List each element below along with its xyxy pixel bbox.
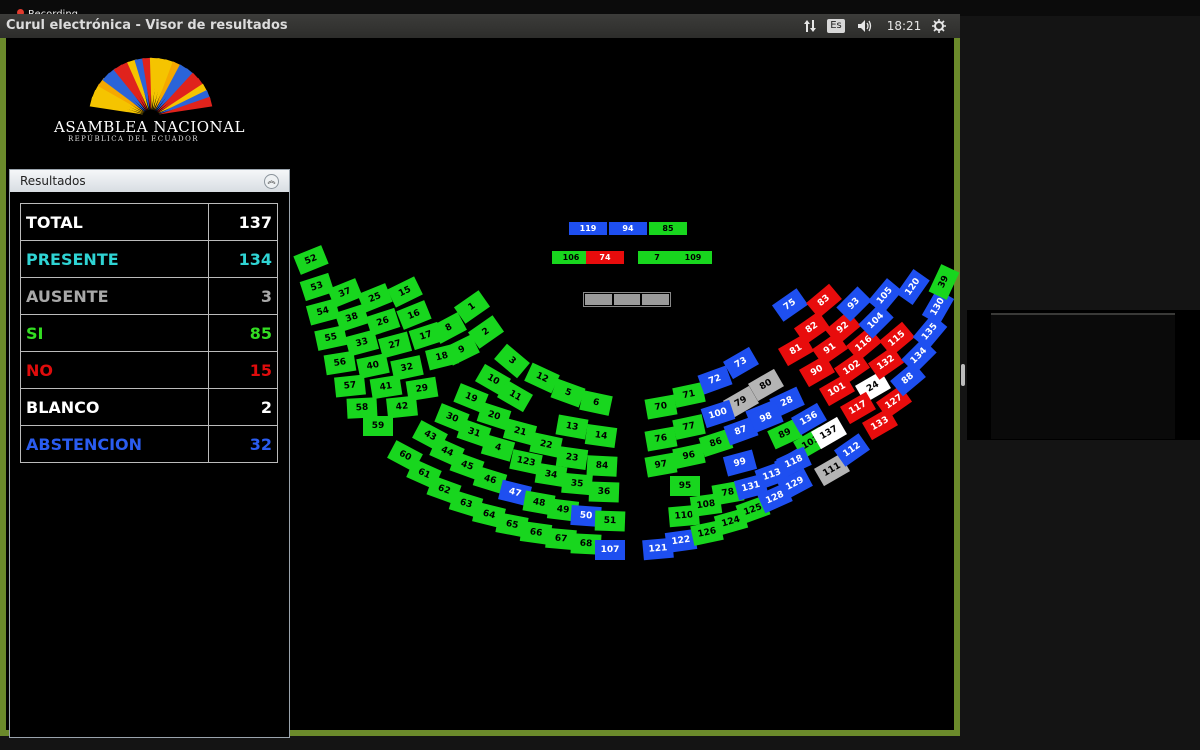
results-row-label: NO	[20, 351, 209, 389]
results-row: NO 15	[20, 351, 278, 389]
logo-title: ASAMBLEA NACIONAL	[54, 118, 245, 136]
results-row: PRESENTE 134	[20, 240, 278, 278]
results-row-label: AUSENTE	[20, 277, 209, 315]
logo-subtitle: REPÚBLICA DEL ECUADOR	[68, 135, 199, 143]
thumbnail-frame	[991, 313, 1175, 439]
presidency-seat-106[interactable]: 106	[552, 251, 590, 264]
seat-27[interactable]: 27	[377, 331, 413, 359]
results-row-label: TOTAL	[20, 203, 209, 241]
language-indicator[interactable]: Es	[822, 17, 850, 35]
seat-36[interactable]: 36	[588, 481, 620, 503]
seat-76[interactable]: 76	[644, 426, 678, 452]
seat-77[interactable]: 77	[672, 414, 706, 440]
results-row-value: 134	[208, 240, 278, 278]
seat-83[interactable]: 83	[806, 283, 842, 319]
seat-23[interactable]: 23	[555, 446, 589, 470]
clock[interactable]: 18:21	[880, 17, 928, 35]
presidency-seat-85[interactable]: 85	[649, 222, 687, 235]
seat-26[interactable]: 26	[365, 307, 401, 337]
results-row-label: SI	[20, 314, 209, 352]
presidency-seat-7[interactable]: 7	[638, 251, 676, 264]
speaker-icon[interactable]	[850, 17, 880, 35]
seat-70[interactable]: 70	[644, 394, 678, 420]
presidency-seat-109[interactable]: 109	[674, 251, 712, 264]
seat-75[interactable]: 75	[771, 288, 809, 322]
results-row-value: 15	[208, 351, 278, 389]
results-row-value: 137	[208, 203, 278, 241]
results-panel-header: Resultados ︽	[10, 170, 289, 192]
window-title: Curul electrónica - Visor de resultados	[6, 18, 288, 33]
seat-120[interactable]: 120	[896, 268, 930, 306]
results-row-value: 32	[208, 425, 278, 463]
presidency-seat-119[interactable]: 119	[569, 222, 607, 235]
results-row-value: 2	[208, 388, 278, 426]
seat-99[interactable]: 99	[722, 449, 758, 477]
seat-95[interactable]: 95	[670, 476, 700, 496]
system-tray: Es 18:21	[798, 17, 950, 35]
seat-84[interactable]: 84	[586, 455, 618, 477]
seat-53[interactable]: 53	[299, 272, 335, 302]
podium	[583, 292, 671, 307]
results-row: AUSENTE 3	[20, 277, 278, 315]
results-row-label: BLANCO	[20, 388, 209, 426]
seat-14[interactable]: 14	[584, 424, 618, 448]
results-row-label: ABSTENCION	[20, 425, 209, 463]
content-area: ASAMBLEA NACIONAL REPÚBLICA DEL ECUADOR …	[6, 38, 960, 738]
seat-6[interactable]: 6	[579, 390, 613, 416]
results-row: SI 85	[20, 314, 278, 352]
seat-25[interactable]: 25	[357, 283, 393, 313]
presidency-seat-94[interactable]: 94	[609, 222, 647, 235]
seat-29[interactable]: 29	[405, 376, 439, 402]
seat-107[interactable]: 107	[595, 540, 625, 560]
arrows-updown-icon[interactable]	[798, 17, 822, 35]
results-row: TOTAL 137	[20, 203, 278, 241]
seat-59[interactable]: 59	[363, 416, 393, 436]
seat-52[interactable]: 52	[293, 245, 329, 275]
results-row-label: PRESENTE	[20, 240, 209, 278]
results-row-value: 3	[208, 277, 278, 315]
app-window: Curul electrónica - Visor de resultados …	[0, 14, 960, 738]
seat-97[interactable]: 97	[644, 452, 678, 478]
results-row: ABSTENCION 32	[20, 425, 278, 463]
results-table: TOTAL 137 PRESENTE 134 AUSENTE 3 SI 85 NO 15 BLANC…	[20, 203, 278, 463]
results-row-value: 85	[208, 314, 278, 352]
results-panel-title: Resultados	[20, 174, 86, 188]
presidency-seat-74[interactable]: 74	[586, 251, 624, 264]
collapse-icon[interactable]: ︽	[264, 174, 279, 189]
results-panel: Resultados ︽ TOTAL 137 PRESENTE 134 AUSENTE 3…	[9, 169, 290, 738]
title-bar: Curul electrónica - Visor de resultados …	[0, 14, 960, 38]
seat-32[interactable]: 32	[390, 355, 424, 381]
results-row: BLANCO 2	[20, 388, 278, 426]
seat-51[interactable]: 51	[594, 510, 626, 532]
side-panel-handle[interactable]	[961, 364, 965, 386]
gear-icon[interactable]	[928, 17, 950, 35]
seat-13[interactable]: 13	[555, 414, 589, 440]
